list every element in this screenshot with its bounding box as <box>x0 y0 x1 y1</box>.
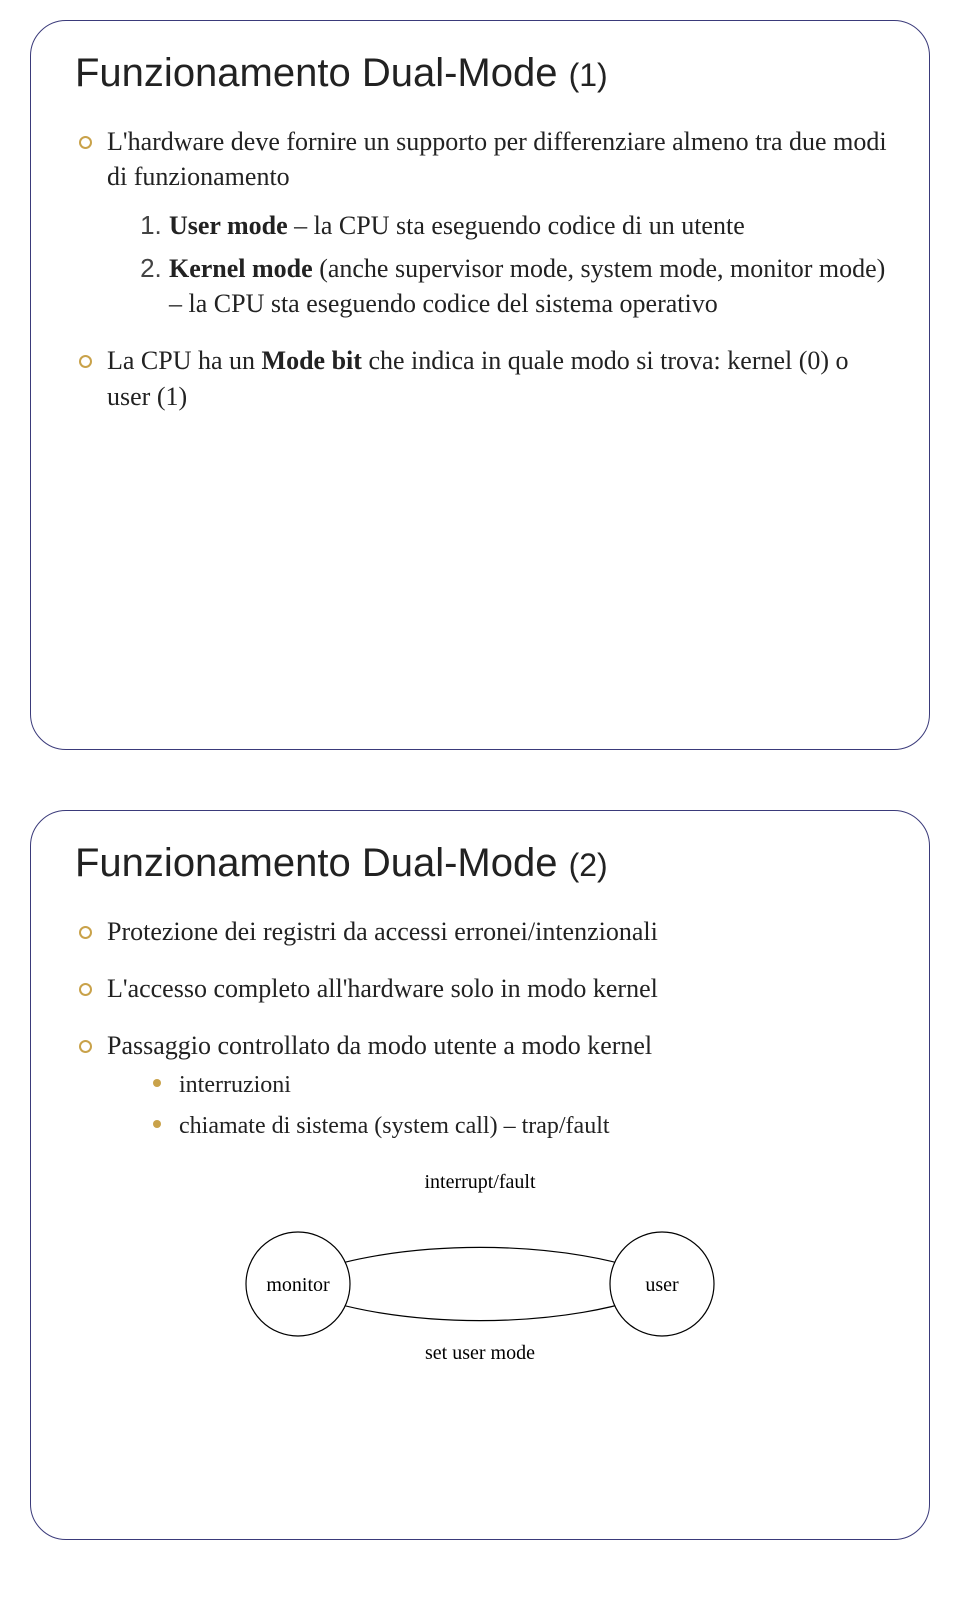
arc-bottom <box>302 1292 658 1321</box>
mode-list: User mode – la CPU sta eseguendo codice … <box>107 208 889 321</box>
mode-kernel: Kernel mode (anche supervisor mode, syst… <box>169 251 889 321</box>
slide-1: Funzionamento Dual-Mode (1) L'hardware d… <box>30 20 930 750</box>
slide-2-content: Protezione dei registri da accessi erron… <box>71 914 889 1142</box>
title-number: (2) <box>569 847 608 883</box>
bullet-intro: L'hardware deve fornire un supporto per … <box>79 124 889 321</box>
transition-text: Passaggio controllato da modo utente a m… <box>107 1031 652 1060</box>
sub-syscall: chiamate di sistema (system call) – trap… <box>153 1110 889 1142</box>
mode-transition-diagram: interrupt/fault monitor user set user mo… <box>200 1164 760 1364</box>
slide-1-content: L'hardware deve fornire un supporto per … <box>71 124 889 414</box>
diagram-svg: interrupt/fault monitor user set user mo… <box>200 1164 760 1364</box>
kernel-mode-label: Kernel mode <box>169 254 313 283</box>
mode-bit-a: La CPU ha un <box>107 346 262 375</box>
bullet-protection: Protezione dei registri da accessi erron… <box>79 914 889 949</box>
bullet-access: L'accesso completo all'hardware solo in … <box>79 971 889 1006</box>
label-user: user <box>645 1274 679 1296</box>
mode-bit-b: Mode bit <box>262 346 362 375</box>
label-bottom: set user mode <box>425 1342 535 1364</box>
sub-interrupt: interruzioni <box>153 1069 889 1101</box>
mode-user: User mode – la CPU sta eseguendo codice … <box>169 208 889 243</box>
title-number: (1) <box>569 57 608 93</box>
user-mode-label: User mode <box>169 211 288 240</box>
title-text: Funzionamento Dual-Mode <box>75 51 569 95</box>
bullet-mode-bit: La CPU ha un Mode bit che indica in qual… <box>79 343 889 413</box>
bullet-transition: Passaggio controllato da modo utente a m… <box>79 1028 889 1142</box>
label-top: interrupt/fault <box>424 1171 536 1193</box>
slide-1-title: Funzionamento Dual-Mode (1) <box>75 51 889 96</box>
slide-2-title: Funzionamento Dual-Mode (2) <box>75 841 889 886</box>
title-text: Funzionamento Dual-Mode <box>75 841 569 885</box>
transition-sublist: interruzioni chiamate di sistema (system… <box>107 1069 889 1142</box>
arc-top <box>302 1247 658 1276</box>
bullet-intro-text: L'hardware deve fornire un supporto per … <box>107 127 887 191</box>
user-mode-desc: – la CPU sta eseguendo codice di un uten… <box>288 211 745 240</box>
label-monitor: monitor <box>266 1274 330 1296</box>
slide-2: Funzionamento Dual-Mode (2) Protezione d… <box>30 810 930 1540</box>
